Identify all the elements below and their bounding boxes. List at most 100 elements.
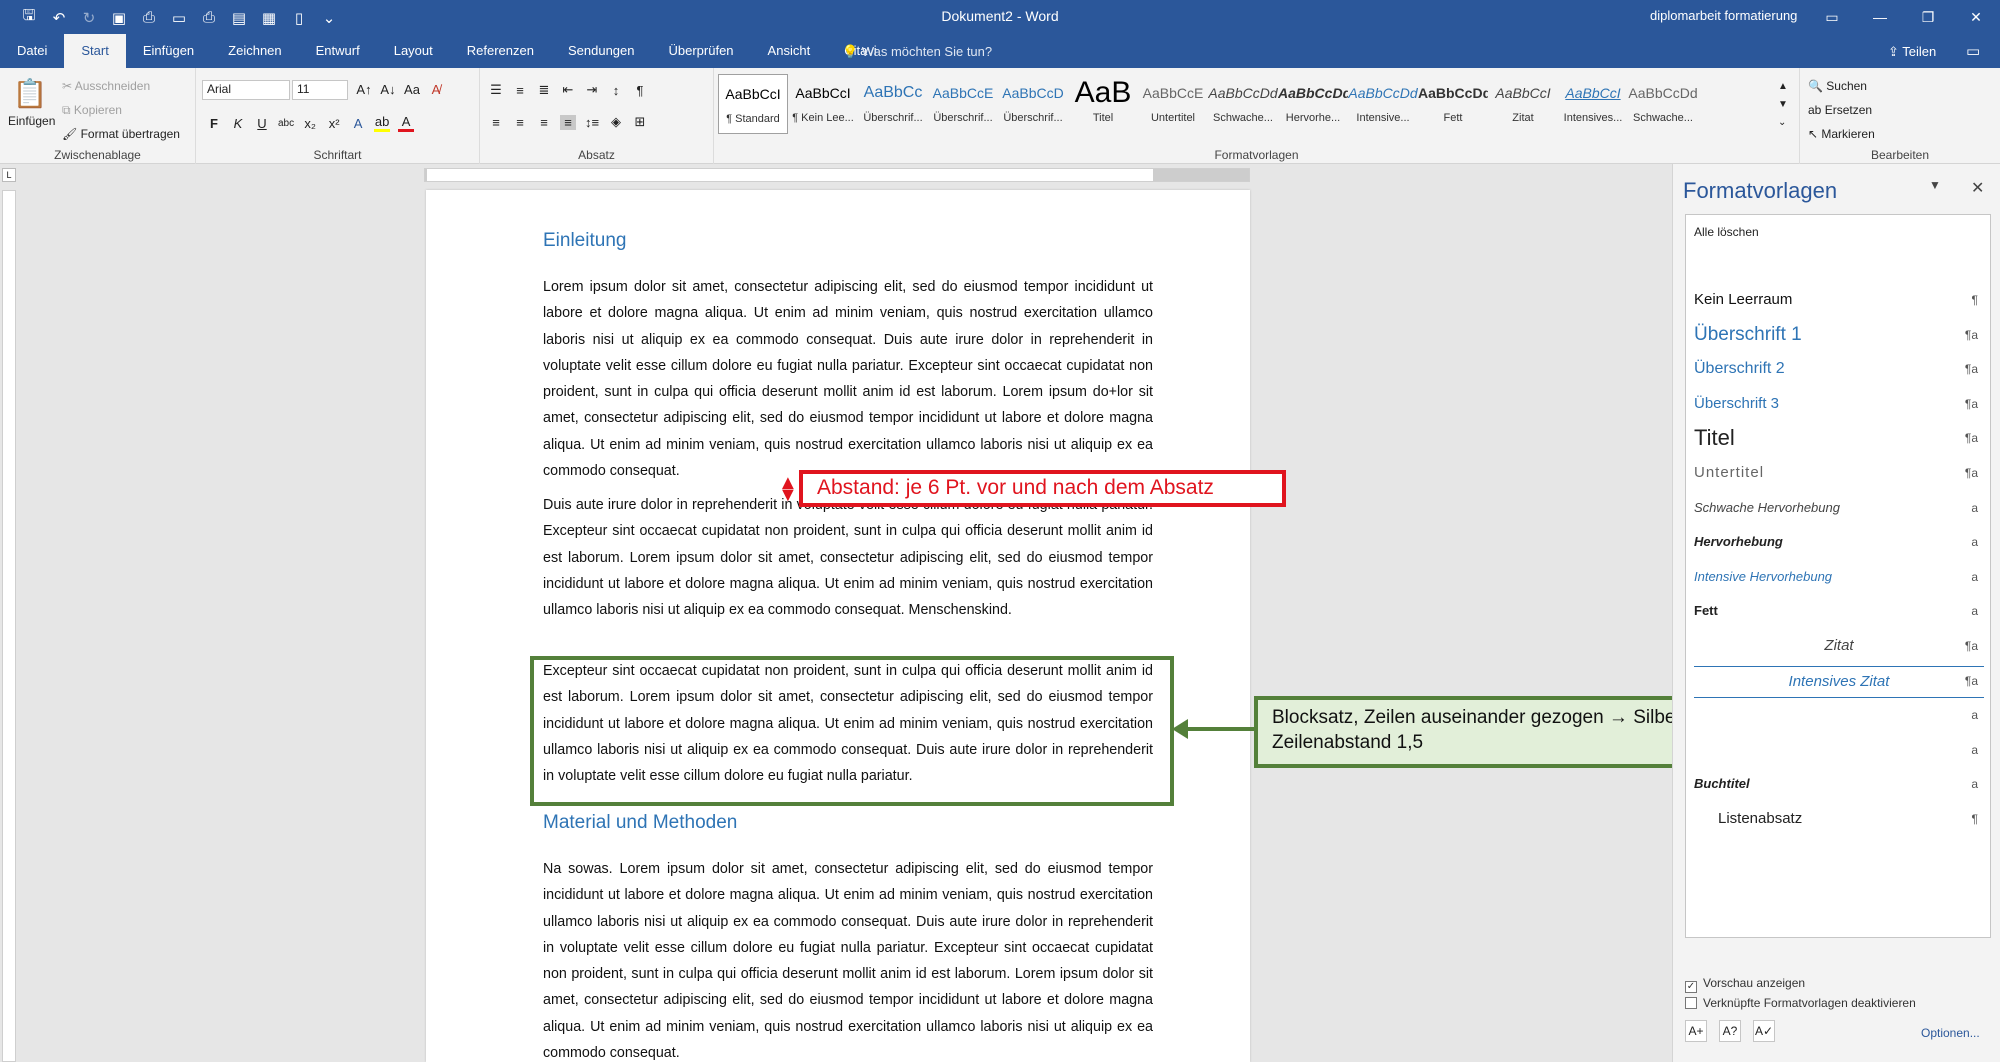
style-tile-1[interactable]: AaBbCcI ¶ Kein Lee... [788,74,858,134]
style-list-item[interactable]: Listenabsatz ¶ [1694,804,1984,834]
numbering-icon[interactable]: ≡ [512,83,528,98]
style-list-item[interactable]: a [1694,700,1984,730]
restore-icon[interactable]: ❐ [1904,0,1952,34]
style-tile-11[interactable]: AaBbCcI Zitat [1488,74,1558,134]
share-button[interactable]: ⇪ Teilen [1888,44,1936,60]
sort-icon[interactable]: ↕ [608,83,624,98]
style-tile-5[interactable]: AaB Titel [1068,74,1138,134]
comments-icon[interactable]: ▭ [1966,42,1980,60]
borders-icon[interactable]: ⊞ [632,114,648,130]
font-color-icon[interactable]: A [398,114,415,132]
style-list-item[interactable]: Buchtitel a [1694,769,1984,799]
style-list-item[interactable]: Intensive Hervorhebung a [1694,562,1984,592]
font-size-dropdown[interactable]: 11 [292,80,348,100]
tab-9[interactable]: Ansicht [751,34,828,68]
ribbon-display-icon[interactable]: ▭ [1808,0,1856,34]
show-marks-icon[interactable]: ¶ [632,83,648,98]
format-painter-button[interactable]: 🖌 Format übertragen [62,122,180,146]
tab-2[interactable]: Einfügen [126,34,211,68]
decrease-indent-icon[interactable]: ⇤ [560,82,576,98]
tab-3[interactable]: Zeichnen [211,34,298,68]
paragraph-2[interactable]: Duis aute irure dolor in reprehenderit i… [543,492,1153,623]
grow-font-icon[interactable]: A↑ [356,82,372,97]
style-list-item[interactable]: Kein Leerraum ¶ [1694,285,1984,315]
style-list-item[interactable]: Schwache Hervorhebung a [1694,493,1984,523]
heading-einleitung[interactable]: Einleitung [543,230,626,252]
minimize-icon[interactable]: — [1856,0,1904,34]
style-list-item[interactable]: Überschrift 1 ¶a [1694,320,1984,350]
vertical-ruler[interactable] [2,190,16,1062]
options-link[interactable]: Optionen... [1921,1026,1980,1040]
align-center-icon[interactable]: ≡ [512,115,528,130]
paragraph-1[interactable]: Lorem ipsum dolor sit amet, consectetur … [543,274,1153,484]
pane-options-icon[interactable]: ▼ [1929,178,1941,192]
style-tile-13[interactable]: AaBbCcDd Schwache... [1628,74,1698,134]
strikethrough-icon[interactable]: abc [278,118,294,129]
cut-button[interactable]: ✂ Ausschneiden [62,74,180,98]
style-tile-4[interactable]: AaBbCcD Überschrif... [998,74,1068,134]
paste-button[interactable]: 📋 Einfügen [8,74,55,128]
find-button[interactable]: 🔍 Suchen [1808,74,1875,98]
tab-5[interactable]: Layout [377,34,450,68]
style-tile-0[interactable]: AaBbCcI ¶ Standard [718,74,788,134]
style-tile-12[interactable]: AaBbCcI Intensives... [1558,74,1628,134]
tab-selector[interactable]: L [2,168,16,182]
clear-all-button[interactable]: Alle löschen [1694,225,1759,239]
shading-icon[interactable]: ◈ [608,114,624,130]
italic-icon[interactable]: K [230,116,246,131]
shrink-font-icon[interactable]: A↓ [380,82,396,97]
justify-icon[interactable]: ≡ [560,114,576,130]
style-list-item[interactable]: Überschrift 2 ¶a [1694,354,1984,384]
horizontal-ruler[interactable] [424,168,1250,182]
tab-1[interactable]: Start [64,34,126,68]
align-right-icon[interactable]: ≡ [536,115,552,130]
tell-me-search[interactable]: 💡 Was möchten Sie tun? [842,44,992,60]
paragraph-4[interactable]: Na sowas. Lorem ipsum dolor sit amet, co… [543,856,1153,1062]
show-preview-checkbox[interactable]: ✓ Vorschau anzeigen [1685,976,1805,993]
font-name-dropdown[interactable]: Arial [202,80,290,100]
tab-8[interactable]: Überprüfen [652,34,751,68]
style-list-item[interactable]: Titel ¶a [1694,423,1984,453]
bold-icon[interactable]: F [206,116,222,131]
style-list-item[interactable]: Überschrift 3 ¶a [1694,389,1984,419]
tab-4[interactable]: Entwurf [299,34,377,68]
style-inspector-icon[interactable]: A? [1719,1020,1741,1042]
pane-close-icon[interactable]: ✕ [1971,178,1984,198]
style-tile-7[interactable]: AaBbCcDd Schwache... [1208,74,1278,134]
style-list-item[interactable]: Hervorhebung a [1694,527,1984,557]
text-effects-icon[interactable]: A [350,116,366,131]
underline-icon[interactable]: U [254,116,270,131]
select-button[interactable]: ↖ Markieren [1808,122,1875,146]
gallery-scroll-icon[interactable]: ▲ ▼ ⌄ [1778,78,1788,132]
copy-button[interactable]: ⧉ Kopieren [62,98,180,122]
style-tile-9[interactable]: AaBbCcDd Intensive... [1348,74,1418,134]
style-list-item[interactable]: Zitat ¶a [1694,631,1984,661]
style-list-item[interactable]: Fett a [1694,596,1984,626]
multilevel-list-icon[interactable]: ≣ [536,82,552,98]
style-tile-10[interactable]: AaBbCcDd Fett [1418,74,1488,134]
clear-formatting-icon[interactable]: A̸ [428,82,444,97]
line-spacing-icon[interactable]: ↕≡ [584,115,600,130]
account-name[interactable]: diplomarbeit formatierung [1650,8,1797,23]
style-tile-2[interactable]: AaBbCc Überschrif... [858,74,928,134]
subscript-icon[interactable]: x₂ [302,116,318,131]
tab-0[interactable]: Datei [0,34,64,68]
style-tile-3[interactable]: AaBbCcE Überschrif... [928,74,998,134]
heading-material-methoden[interactable]: Material und Methoden [543,812,737,834]
style-list-item[interactable]: a [1694,735,1984,765]
disable-linked-checkbox[interactable]: Verknüpfte Formatvorlagen deaktivieren [1685,996,1916,1010]
document-page[interactable]: Einleitung Lorem ipsum dolor sit amet, c… [426,190,1250,1062]
change-case-icon[interactable]: Aa [404,82,420,97]
manage-styles-icon[interactable]: A✓ [1753,1020,1775,1042]
style-list-item[interactable]: Untertitel ¶a [1694,458,1984,488]
highlight-icon[interactable]: ab [374,114,391,132]
superscript-icon[interactable]: x² [326,116,342,131]
bullets-icon[interactable]: ☰ [488,82,504,98]
style-tile-6[interactable]: AaBbCcE Untertitel [1138,74,1208,134]
style-tile-8[interactable]: AaBbCcDd Hervorhe... [1278,74,1348,134]
align-left-icon[interactable]: ≡ [488,115,504,130]
tab-7[interactable]: Sendungen [551,34,652,68]
increase-indent-icon[interactable]: ⇥ [584,82,600,98]
replace-button[interactable]: ab Ersetzen [1808,98,1875,122]
tab-6[interactable]: Referenzen [450,34,551,68]
